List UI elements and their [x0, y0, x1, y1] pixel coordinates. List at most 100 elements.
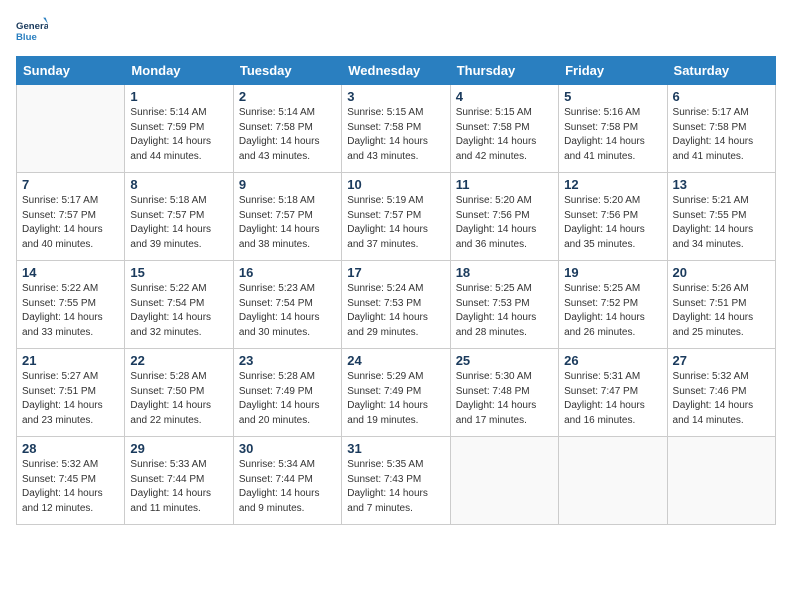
- day-info: Sunrise: 5:15 AMSunset: 7:58 PMDaylight:…: [456, 106, 553, 164]
- calendar-cell: 25 Sunrise: 5:30 AMSunset: 7:48 PMDayligh…: [450, 349, 558, 437]
- weekday-header-tuesday: Tuesday: [233, 57, 341, 85]
- day-info: Sunrise: 5:28 AMSunset: 7:49 PMDaylight:…: [239, 370, 336, 428]
- day-info: Sunrise: 5:28 AMSunset: 7:50 PMDaylight:…: [130, 370, 227, 428]
- calendar-week-2: 7Sunrise: 5:17 AMSunset: 7:57 PMDaylight…: [17, 173, 776, 261]
- day-info: Sunrise: 5:33 AMSunset: 7:44 PMDaylight:…: [130, 458, 227, 516]
- day-number: 4: [456, 89, 553, 104]
- weekday-header-thursday: Thursday: [450, 57, 558, 85]
- day-number: 11: [456, 177, 553, 192]
- weekday-header-sunday: Sunday: [17, 57, 125, 85]
- day-info: Sunrise: 5:29 AMSunset: 7:49 PMDaylight:…: [347, 370, 444, 428]
- weekday-header-monday: Monday: [125, 57, 233, 85]
- day-info: Sunrise: 5:15 AMSunset: 7:58 PMDaylight:…: [347, 106, 444, 164]
- day-info: Sunrise: 5:17 AMSunset: 7:58 PMDaylight:…: [673, 106, 770, 164]
- calendar-cell: 19 Sunrise: 5:25 AMSunset: 7:52 PMDayligh…: [559, 261, 667, 349]
- day-info: Sunrise: 5:14 AMSunset: 7:58 PMDaylight:…: [239, 106, 336, 164]
- calendar-cell: 8Sunrise: 5:18 AMSunset: 7:57 PMDaylight…: [125, 173, 233, 261]
- calendar-cell: 26 Sunrise: 5:31 AMSunset: 7:47 PMDayligh…: [559, 349, 667, 437]
- calendar-week-1: 1 Sunrise: 5:14 AMSunset: 7:59 PMDaylight…: [17, 85, 776, 173]
- day-number: 8: [130, 177, 227, 192]
- calendar-cell: 6Sunrise: 5:17 AMSunset: 7:58 PMDaylight…: [667, 85, 775, 173]
- calendar-cell: 17 Sunrise: 5:24 AMSunset: 7:53 PMDayligh…: [342, 261, 450, 349]
- day-number: 29: [130, 441, 227, 456]
- calendar-cell: 29 Sunrise: 5:33 AMSunset: 7:44 PMDayligh…: [125, 437, 233, 525]
- day-info: Sunrise: 5:19 AMSunset: 7:57 PMDaylight:…: [347, 194, 444, 252]
- day-number: 10: [347, 177, 444, 192]
- calendar-cell: 15Sunrise: 5:22 AMSunset: 7:54 PMDayligh…: [125, 261, 233, 349]
- calendar-cell: 31 Sunrise: 5:35 AMSunset: 7:43 PMDayligh…: [342, 437, 450, 525]
- day-number: 18: [456, 265, 553, 280]
- calendar-cell: 13 Sunrise: 5:21 AMSunset: 7:55 PMDayligh…: [667, 173, 775, 261]
- day-info: Sunrise: 5:25 AMSunset: 7:53 PMDaylight:…: [456, 282, 553, 340]
- day-info: Sunrise: 5:22 AMSunset: 7:55 PMDaylight:…: [22, 282, 119, 340]
- calendar-cell: [667, 437, 775, 525]
- calendar-cell: 9 Sunrise: 5:18 AMSunset: 7:57 PMDaylight…: [233, 173, 341, 261]
- day-number: 31: [347, 441, 444, 456]
- day-number: 26: [564, 353, 661, 368]
- day-info: Sunrise: 5:30 AMSunset: 7:48 PMDaylight:…: [456, 370, 553, 428]
- calendar-cell: 3 Sunrise: 5:15 AMSunset: 7:58 PMDaylight…: [342, 85, 450, 173]
- day-number: 27: [673, 353, 770, 368]
- calendar-cell: 22 Sunrise: 5:28 AMSunset: 7:50 PMDayligh…: [125, 349, 233, 437]
- calendar-cell: 12Sunrise: 5:20 AMSunset: 7:56 PMDayligh…: [559, 173, 667, 261]
- logo-icon: General Blue: [16, 16, 48, 48]
- day-info: Sunrise: 5:23 AMSunset: 7:54 PMDaylight:…: [239, 282, 336, 340]
- logo: General Blue: [16, 16, 48, 48]
- day-number: 21: [22, 353, 119, 368]
- calendar-cell: 10 Sunrise: 5:19 AMSunset: 7:57 PMDayligh…: [342, 173, 450, 261]
- day-number: 5: [564, 89, 661, 104]
- calendar-cell: 28 Sunrise: 5:32 AMSunset: 7:45 PMDayligh…: [17, 437, 125, 525]
- calendar-cell: 4 Sunrise: 5:15 AMSunset: 7:58 PMDaylight…: [450, 85, 558, 173]
- day-number: 1: [130, 89, 227, 104]
- day-number: 25: [456, 353, 553, 368]
- day-number: 22: [130, 353, 227, 368]
- day-info: Sunrise: 5:17 AMSunset: 7:57 PMDaylight:…: [22, 194, 119, 252]
- day-number: 9: [239, 177, 336, 192]
- day-number: 28: [22, 441, 119, 456]
- day-info: Sunrise: 5:34 AMSunset: 7:44 PMDaylight:…: [239, 458, 336, 516]
- day-info: Sunrise: 5:14 AMSunset: 7:59 PMDaylight:…: [130, 106, 227, 164]
- day-info: Sunrise: 5:31 AMSunset: 7:47 PMDaylight:…: [564, 370, 661, 428]
- day-number: 17: [347, 265, 444, 280]
- day-info: Sunrise: 5:32 AMSunset: 7:45 PMDaylight:…: [22, 458, 119, 516]
- page-header: General Blue: [16, 16, 776, 48]
- day-number: 3: [347, 89, 444, 104]
- weekday-header-friday: Friday: [559, 57, 667, 85]
- day-info: Sunrise: 5:35 AMSunset: 7:43 PMDaylight:…: [347, 458, 444, 516]
- day-number: 19: [564, 265, 661, 280]
- day-info: Sunrise: 5:18 AMSunset: 7:57 PMDaylight:…: [239, 194, 336, 252]
- calendar-cell: 27Sunrise: 5:32 AMSunset: 7:46 PMDayligh…: [667, 349, 775, 437]
- day-number: 13: [673, 177, 770, 192]
- day-info: Sunrise: 5:21 AMSunset: 7:55 PMDaylight:…: [673, 194, 770, 252]
- day-info: Sunrise: 5:16 AMSunset: 7:58 PMDaylight:…: [564, 106, 661, 164]
- calendar-cell: 14 Sunrise: 5:22 AMSunset: 7:55 PMDayligh…: [17, 261, 125, 349]
- calendar-cell: 16Sunrise: 5:23 AMSunset: 7:54 PMDayligh…: [233, 261, 341, 349]
- day-info: Sunrise: 5:26 AMSunset: 7:51 PMDaylight:…: [673, 282, 770, 340]
- weekday-header-row: SundayMondayTuesdayWednesdayThursdayFrid…: [17, 57, 776, 85]
- day-info: Sunrise: 5:24 AMSunset: 7:53 PMDaylight:…: [347, 282, 444, 340]
- day-number: 23: [239, 353, 336, 368]
- weekday-header-wednesday: Wednesday: [342, 57, 450, 85]
- calendar-week-3: 14 Sunrise: 5:22 AMSunset: 7:55 PMDayligh…: [17, 261, 776, 349]
- svg-text:General: General: [16, 21, 48, 32]
- calendar-cell: [559, 437, 667, 525]
- day-info: Sunrise: 5:27 AMSunset: 7:51 PMDaylight:…: [22, 370, 119, 428]
- day-info: Sunrise: 5:20 AMSunset: 7:56 PMDaylight:…: [564, 194, 661, 252]
- weekday-header-saturday: Saturday: [667, 57, 775, 85]
- day-info: Sunrise: 5:22 AMSunset: 7:54 PMDaylight:…: [130, 282, 227, 340]
- calendar-cell: [450, 437, 558, 525]
- calendar-cell: 5 Sunrise: 5:16 AMSunset: 7:58 PMDaylight…: [559, 85, 667, 173]
- day-number: 14: [22, 265, 119, 280]
- day-number: 30: [239, 441, 336, 456]
- calendar-cell: 18 Sunrise: 5:25 AMSunset: 7:53 PMDayligh…: [450, 261, 558, 349]
- calendar-cell: 1 Sunrise: 5:14 AMSunset: 7:59 PMDaylight…: [125, 85, 233, 173]
- svg-text:Blue: Blue: [16, 32, 37, 43]
- day-info: Sunrise: 5:25 AMSunset: 7:52 PMDaylight:…: [564, 282, 661, 340]
- calendar-cell: [17, 85, 125, 173]
- calendar-table: SundayMondayTuesdayWednesdayThursdayFrid…: [16, 56, 776, 525]
- day-number: 2: [239, 89, 336, 104]
- calendar-week-5: 28 Sunrise: 5:32 AMSunset: 7:45 PMDayligh…: [17, 437, 776, 525]
- calendar-cell: 20 Sunrise: 5:26 AMSunset: 7:51 PMDayligh…: [667, 261, 775, 349]
- day-info: Sunrise: 5:20 AMSunset: 7:56 PMDaylight:…: [456, 194, 553, 252]
- day-number: 20: [673, 265, 770, 280]
